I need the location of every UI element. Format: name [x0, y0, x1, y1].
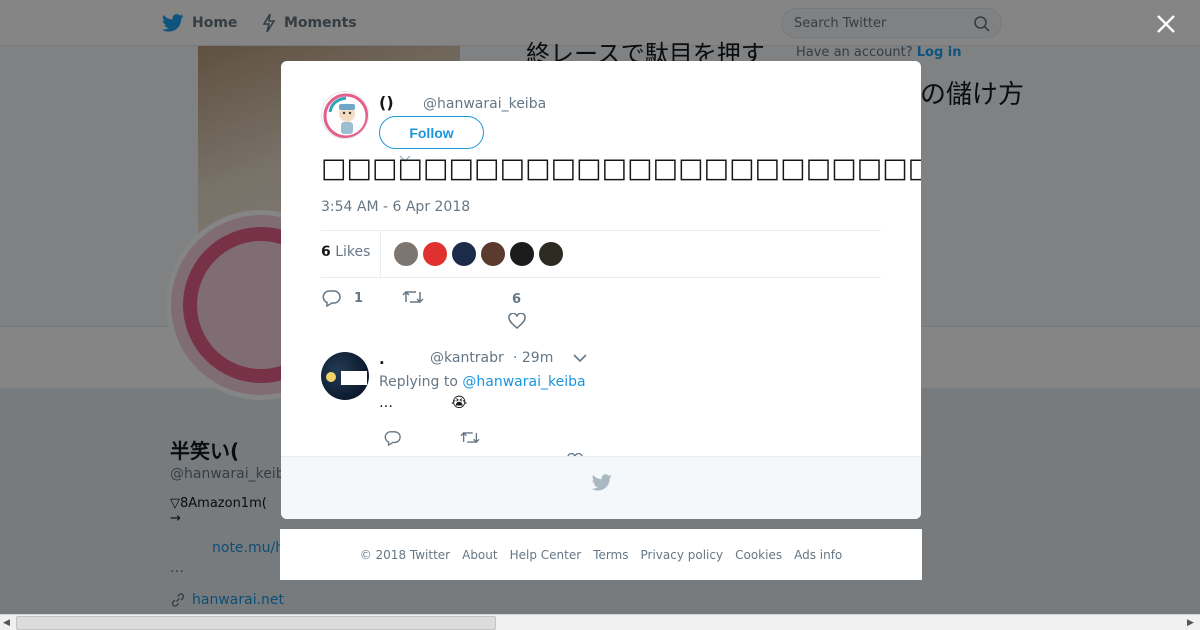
footer-cookies-link[interactable]: Cookies — [735, 548, 782, 562]
replying-to: Replying to @hanwarai_keiba — [379, 374, 586, 390]
reply-text: … 😭 — [379, 395, 467, 411]
site-footer: © 2018 Twitter About Help Center Terms P… — [280, 529, 922, 580]
reply-author-avatar[interactable] — [321, 352, 369, 400]
tweet-actions: 1 6 — [321, 289, 881, 333]
reply-tweet[interactable]: . @kantrabr · 29m Replying to @hanwarai_… — [321, 350, 881, 468]
close-icon[interactable] — [1152, 10, 1180, 38]
retweet-button[interactable] — [402, 289, 424, 305]
liker-avatar[interactable] — [510, 242, 534, 266]
author-avatar-image — [323, 93, 368, 138]
heart-icon — [508, 313, 526, 329]
author-avatar[interactable] — [321, 91, 369, 139]
liker-avatar[interactable] — [539, 242, 563, 266]
reply-author-handle[interactable]: @kantrabr — [430, 350, 504, 366]
reply-count: 1 — [354, 290, 364, 306]
likes-label: Likes — [335, 244, 371, 260]
footer-help-link[interactable]: Help Center — [510, 548, 582, 562]
stat-divider — [380, 231, 381, 277]
reply-icon — [322, 290, 341, 307]
likes-stat[interactable]: 6 Likes — [321, 244, 370, 260]
footer-ads-link[interactable]: Ads info — [794, 548, 842, 562]
tweet-timestamp[interactable]: 3:54 AM - 6 Apr 2018 — [321, 199, 470, 215]
retweet-icon[interactable] — [460, 430, 480, 445]
follow-button[interactable]: Follow — [379, 116, 484, 149]
likes-count: 6 — [321, 244, 331, 260]
liker-avatar[interactable] — [452, 242, 476, 266]
reply-text-body: … — [379, 395, 393, 411]
retweet-icon — [402, 290, 424, 304]
tweet-permalink-modal: () @hanwarai_keiba Follow □□□□□□□□□□□□□□… — [281, 61, 921, 519]
footer-terms-link[interactable]: Terms — [593, 548, 628, 562]
replying-to-prefix: Replying to — [379, 374, 458, 390]
footer-privacy-link[interactable]: Privacy policy — [641, 548, 724, 562]
scroll-left-arrow-icon[interactable]: ◀ — [3, 618, 10, 628]
crying-emoji: 😭 — [451, 395, 468, 411]
reply-icon[interactable] — [384, 430, 402, 446]
reply-button[interactable]: 1 — [322, 289, 363, 307]
author-handle[interactable]: @hanwarai_keiba — [423, 96, 546, 112]
author-name[interactable]: () — [379, 93, 394, 112]
footer-about-link[interactable]: About — [462, 548, 497, 562]
footer-copyright: © 2018 Twitter — [359, 547, 451, 562]
modal-footer — [281, 456, 921, 519]
tweet-stats: 6 Likes — [321, 230, 881, 278]
reply-time[interactable]: · 29m — [513, 350, 553, 366]
chevron-down-icon[interactable] — [573, 354, 587, 363]
twitter-bird-icon — [592, 474, 612, 491]
liker-avatar[interactable] — [481, 242, 505, 266]
scroll-right-arrow-icon[interactable]: ▶ — [1187, 618, 1194, 628]
like-button[interactable] — [508, 313, 526, 329]
tweet-text: □□□□□□□□□□□□□□□□□□□□□□□□□□□□□□□□□□□□□□□□… — [321, 153, 921, 184]
horizontal-scrollbar[interactable]: ◀ ▶ — [0, 614, 1200, 630]
scrollbar-thumb[interactable] — [16, 616, 496, 630]
liker-avatars — [394, 242, 568, 266]
reply-author-name[interactable]: . — [379, 350, 385, 368]
like-count: 6 — [512, 292, 522, 307]
liker-avatar[interactable] — [423, 242, 447, 266]
replying-to-handle[interactable]: @hanwarai_keiba — [462, 374, 585, 390]
liker-avatar[interactable] — [394, 242, 418, 266]
